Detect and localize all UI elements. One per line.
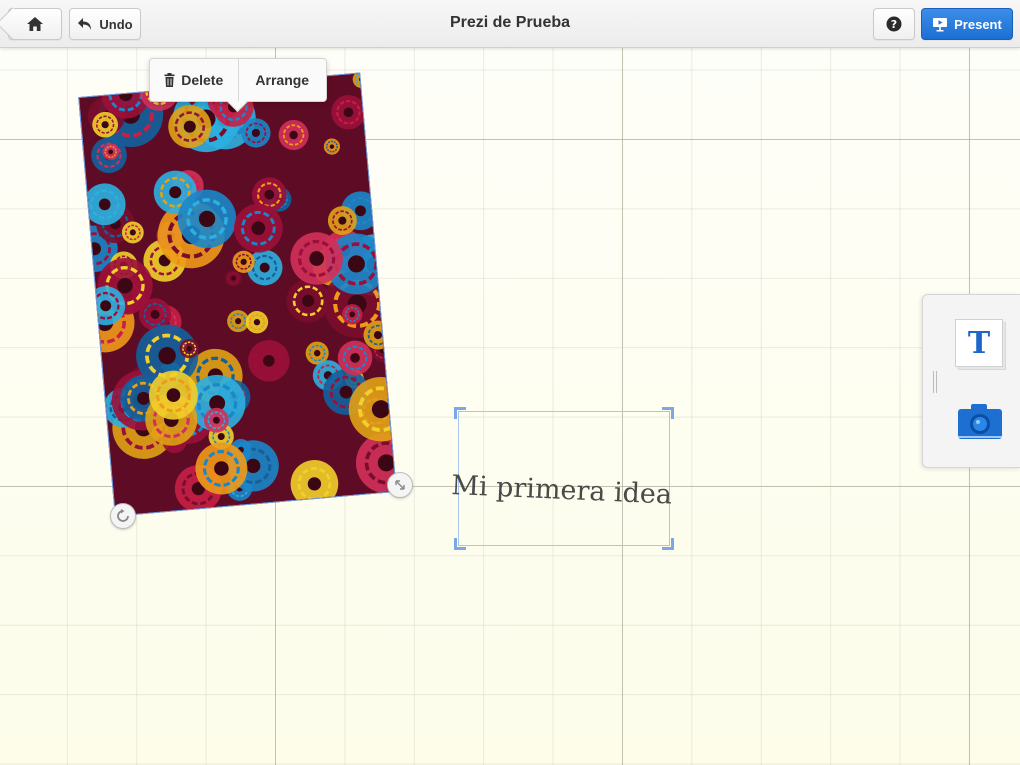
svg-text:?: ? [891, 18, 897, 31]
delete-label: Delete [181, 72, 224, 88]
resize-diagonal-icon [395, 480, 405, 490]
insert-text-button[interactable]: T [955, 319, 1003, 367]
present-button[interactable]: Present [921, 8, 1013, 40]
rotate-icon [117, 509, 129, 522]
top-toolbar: Undo Prezi de Prueba ? Present [0, 0, 1020, 48]
help-button[interactable]: ? [873, 8, 915, 40]
text-icon: T [967, 325, 991, 361]
insert-side-panel: T [922, 294, 1020, 468]
trash-icon [164, 73, 175, 87]
arrange-label: Arrange [255, 72, 310, 88]
delete-menu-item[interactable]: Delete [150, 59, 238, 101]
resize-handle[interactable] [387, 472, 413, 498]
rotate-handle[interactable] [110, 503, 136, 529]
object-context-menu: Delete Arrange [149, 58, 327, 102]
frame-corner-top-left[interactable] [454, 407, 466, 419]
frame-corner-top-right[interactable] [662, 407, 674, 419]
presentation-title: Prezi de Prueba [449, 14, 571, 31]
floral-pattern-image [79, 73, 397, 517]
camera-icon[interactable] [957, 401, 1003, 441]
frame-corner-bottom-left[interactable] [454, 538, 466, 550]
selected-image-frame[interactable] [78, 72, 397, 517]
present-screen-icon [933, 17, 948, 31]
question-icon: ? [886, 16, 902, 32]
panel-grip-handle[interactable] [933, 371, 937, 393]
home-icon [27, 17, 43, 31]
arrange-menu-item[interactable]: Arrange [237, 59, 327, 101]
present-label: Present [954, 16, 1002, 32]
frame-corner-bottom-right[interactable] [662, 538, 674, 550]
